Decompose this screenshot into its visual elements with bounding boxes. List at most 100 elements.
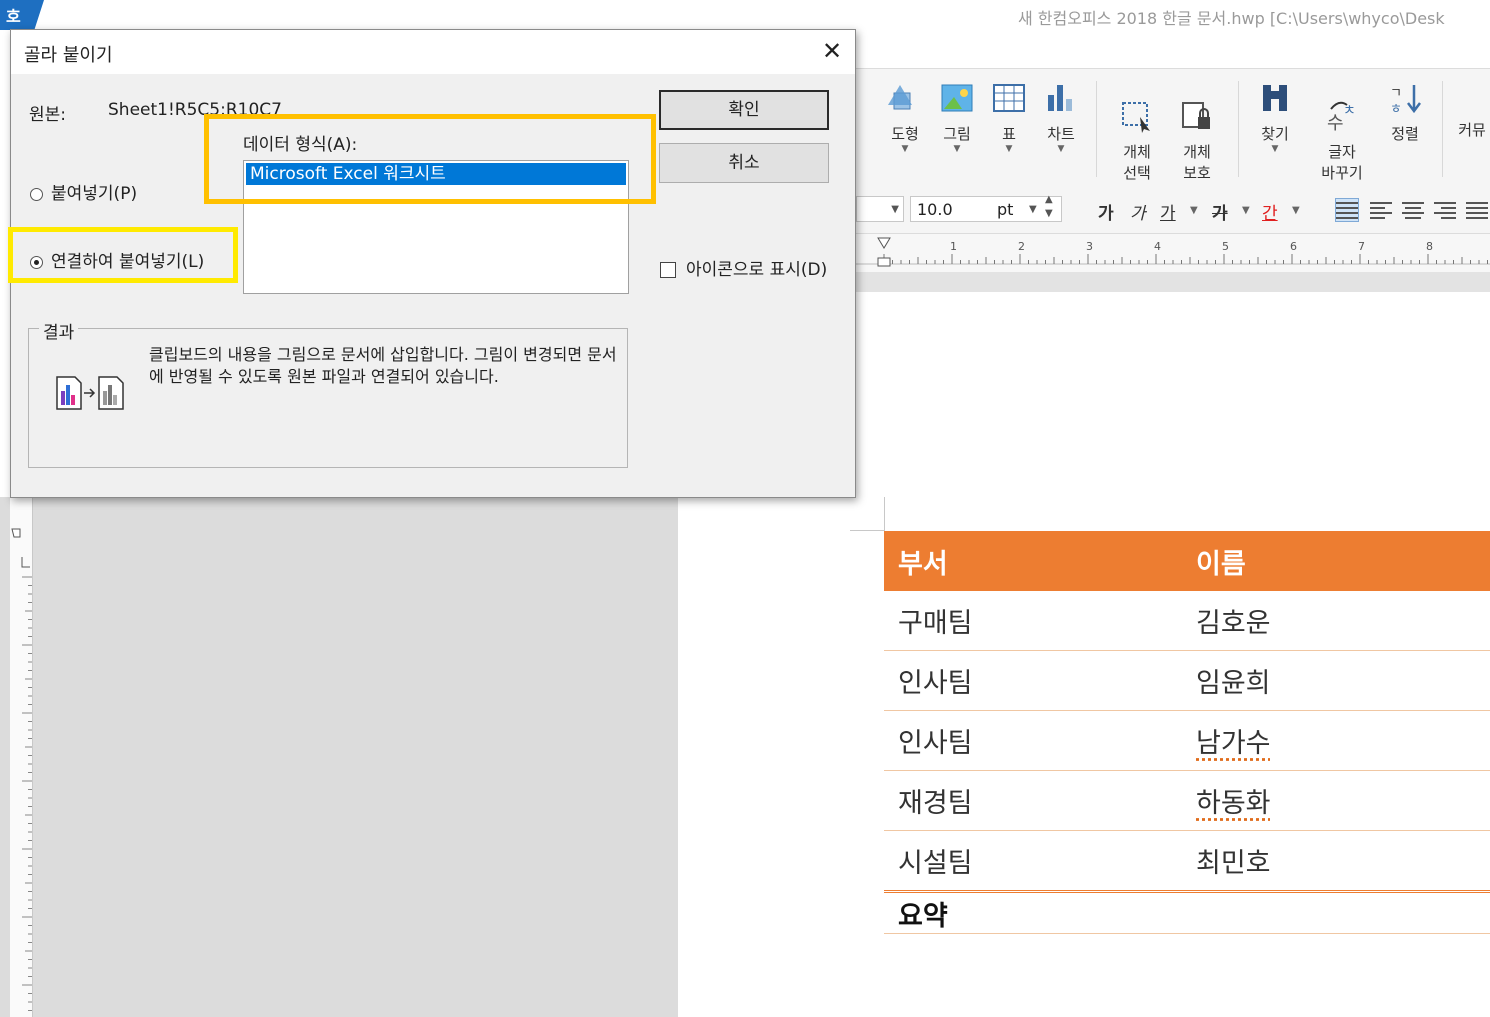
app-icon[interactable]: 호 [0, 0, 44, 30]
ribbon-find-button[interactable]: 찾기 ▼ [1250, 81, 1300, 154]
community-icon [1455, 81, 1489, 115]
table-summary-cell[interactable] [1182, 890, 1490, 934]
table-header-cell[interactable]: 이름 [1182, 531, 1490, 591]
font-color-button[interactable]: 간 [1262, 199, 1278, 224]
table-cell[interactable]: 임윤희 [1182, 650, 1490, 711]
ribbon-label: 그림 [943, 125, 971, 143]
spellcheck-text: 하동화 [1196, 788, 1271, 819]
justify-align-icon[interactable] [1335, 198, 1359, 222]
ruler-label: 8 [1426, 240, 1433, 253]
ribbon-label: 개체 선택 [1123, 143, 1151, 182]
replace-text-icon: 수ㅊ [1327, 101, 1356, 134]
show-as-icon-checkbox[interactable]: 아이콘으로 표시(D) [660, 255, 827, 280]
svg-text:수: 수 [1327, 113, 1344, 133]
table-cell[interactable]: 하동화 [1182, 770, 1490, 831]
ribbon-label: 도형 [891, 125, 919, 143]
bold-button[interactable]: 가 [1098, 199, 1114, 224]
table-cell[interactable]: 김호운 [1182, 591, 1490, 651]
font-size-unit: pt [997, 200, 1014, 219]
ribbon-label: 표 [1002, 125, 1016, 143]
font-name-dropdown[interactable]: ▼ [856, 196, 904, 222]
table-row: 시설팀 최민호 [884, 830, 1490, 892]
svg-text:ㅊ: ㅊ [1343, 103, 1356, 119]
left-align-icon[interactable] [1370, 199, 1392, 221]
close-icon[interactable]: ✕ [819, 38, 845, 64]
ribbon-chart-button[interactable]: 차트 ▼ [1036, 81, 1086, 154]
table-cell[interactable]: 인사팀 [884, 710, 1182, 771]
ruler-label: 4 [1154, 240, 1161, 253]
ribbon-community-button[interactable]: 커뮤 [1454, 81, 1490, 140]
ribbon-sort-button[interactable]: ㄱㅎ 정렬 [1380, 81, 1430, 144]
document-table[interactable]: 부서 이름 구매팀 김호운 인사팀 임윤희 인사팀 남가수 재경팀 하동화 시설… [884, 531, 1490, 934]
workspace-background [0, 497, 678, 1017]
ruler-label: 3 [1086, 240, 1093, 253]
vertical-ruler[interactable] [10, 497, 33, 1017]
radio-icon [30, 187, 43, 201]
protect-object-icon [1182, 102, 1210, 129]
result-description: 클립보드의 내용을 그림으로 문서에 삽입합니다. 그림이 변경되면 문서에 반… [149, 345, 617, 386]
ribbon-protect-object-button[interactable]: 개체 보호 [1172, 81, 1222, 201]
underline-button[interactable]: 가 [1160, 199, 1176, 224]
paste-radio-label: 붙여넣기(P) [51, 184, 138, 204]
cancel-button[interactable]: 취소 [659, 143, 829, 183]
window-title: 새 한컴오피스 2018 한글 문서.hwp [C:\Users\whyco\D… [1018, 9, 1445, 28]
ribbon-label: 커뮤 [1458, 121, 1486, 139]
radio-selected-icon [30, 255, 43, 269]
page-gap [856, 272, 1490, 292]
distribute-align-icon[interactable] [1466, 199, 1488, 221]
chevron-down-icon: ▼ [891, 204, 899, 215]
ruler-label: 6 [1290, 240, 1297, 253]
spin-icon[interactable]: ▲ ▼ [1045, 193, 1053, 221]
chevron-down-icon[interactable]: ▼ [1190, 205, 1198, 216]
table-cell[interactable]: 남가수 [1182, 710, 1490, 771]
horizontal-ruler[interactable]: 1 2 3 4 5 6 7 8 [856, 234, 1490, 273]
ribbon-picture-button[interactable]: 그림 ▼ [932, 81, 982, 154]
ribbon-table-button[interactable]: 표 ▼ [984, 81, 1034, 154]
center-align-icon[interactable] [1402, 199, 1424, 221]
highlight-box [204, 114, 656, 204]
paste-radio[interactable]: 붙여넣기(P) [30, 179, 137, 204]
italic-button[interactable]: 가 [1130, 199, 1146, 224]
paste-link-radio-label: 연결하여 붙여넣기(L) [51, 252, 205, 272]
ribbon-separator [1442, 81, 1443, 177]
ruler-label: 2 [1018, 240, 1025, 253]
vertical-ruler-ticks [11, 528, 32, 1011]
svg-text:ㅎ: ㅎ [1390, 102, 1402, 115]
table-row: 인사팀 남가수 [884, 710, 1490, 771]
paste-link-radio[interactable]: 연결하여 붙여넣기(L) [30, 247, 204, 272]
result-label: 결과 [39, 318, 79, 343]
page-margin-line [850, 530, 884, 531]
format-toolbar: ▼ 10.0 pt ▼ ▲ ▼ 가 가 가 ▼ 가 ▼ 간 ▼ [856, 189, 1490, 234]
select-object-icon [1122, 102, 1150, 133]
table-cell[interactable]: 최민호 [1182, 830, 1490, 892]
ribbon-replace-text-button[interactable]: 수ㅊ 글자 바꾸기 [1314, 81, 1370, 201]
chevron-down-icon[interactable]: ▼ [1292, 205, 1300, 216]
dialog-titlebar[interactable]: 골라 붙이기 ✕ [11, 30, 855, 74]
right-align-icon[interactable] [1434, 199, 1456, 221]
shape-icon [888, 85, 912, 110]
table-cell[interactable]: 구매팀 [884, 591, 1182, 651]
table-row: 구매팀 김호운 [884, 591, 1490, 651]
checkbox-icon [660, 262, 676, 278]
picture-icon [941, 84, 973, 112]
indent-marker[interactable] [877, 237, 891, 267]
strikethrough-button[interactable]: 가 [1212, 199, 1228, 224]
ribbon-label: 차트 [1047, 125, 1075, 143]
table-cell[interactable]: 재경팀 [884, 770, 1182, 831]
table-cell[interactable]: 인사팀 [884, 650, 1182, 711]
table-row: 재경팀 하동화 [884, 770, 1490, 831]
ok-button[interactable]: 확인 [659, 90, 829, 130]
table-cell[interactable]: 시설팀 [884, 830, 1182, 892]
svg-text:ㄱ: ㄱ [1390, 86, 1402, 101]
ruler-label: 5 [1222, 240, 1229, 253]
ribbon-shape-button[interactable]: 도형 ▼ [880, 81, 930, 154]
font-size-field[interactable]: 10.0 pt ▼ ▲ ▼ [910, 193, 1062, 222]
ribbon-separator [1096, 81, 1097, 177]
table-row: 인사팀 임윤희 [884, 650, 1490, 711]
chevron-down-icon[interactable]: ▼ [1242, 205, 1250, 216]
sort-icon: ㄱㅎ [1390, 85, 1421, 117]
table-header-cell[interactable]: 부서 [884, 531, 1182, 591]
ribbon-select-object-button[interactable]: 개체 선택 [1112, 81, 1162, 201]
table-icon [993, 84, 1025, 112]
table-summary-cell[interactable]: 요약 [884, 890, 1182, 934]
